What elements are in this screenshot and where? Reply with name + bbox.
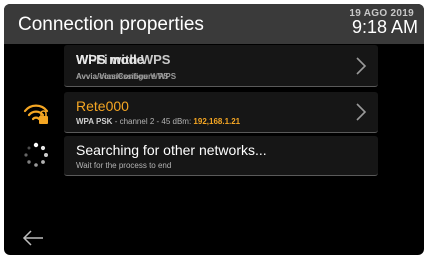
network-details: WPA PSK - channel 2 - 45 dBm: 192,168.1.…: [76, 117, 240, 126]
loading-spinner-icon: [24, 142, 48, 167]
wps-row-subtitle: Avvia/Vias/Configure WPS Avvia connessio…: [76, 72, 276, 82]
chevron-right-icon: [356, 57, 367, 75]
back-arrow-icon[interactable]: [22, 230, 44, 246]
wps-row-title: WPS mode Wi-Fi with WPS: [76, 52, 276, 68]
wps-row-label-b: Wi-Fi with WPS: [76, 52, 171, 67]
wps-mode-row[interactable]: WPS mode Wi-Fi with WPS Avvia/Vias/Confi…: [64, 45, 378, 87]
searching-networks-row: Searching for other networks... Wait for…: [64, 136, 378, 176]
network-channel-signal: channel 2 - 45 dBm:: [119, 117, 192, 126]
network-row-rete000[interactable]: Rete000 WPA PSK - channel 2 - 45 dBm: 19…: [64, 92, 378, 133]
wifi-locked-icon: [23, 104, 49, 124]
network-ssid: Rete000: [76, 98, 129, 114]
clock-display: 9:18 AM: [351, 17, 418, 37]
wps-row-sub-b: Avvia connessione WPS: [76, 72, 169, 81]
searching-label: Searching for other networks...: [76, 142, 267, 158]
header-bar: Connection properties 19 AGO 2019 9:18 A…: [4, 4, 424, 44]
page-title: Connection properties: [18, 14, 204, 35]
chevron-right-icon: [356, 103, 367, 121]
network-ip-address: 192,168.1.21: [193, 117, 241, 126]
searching-subtitle: Wait for the process to end: [76, 161, 172, 170]
network-security: WPA PSK: [76, 117, 113, 126]
connection-properties-screen: Connection properties 19 AGO 2019 9:18 A…: [4, 4, 424, 255]
